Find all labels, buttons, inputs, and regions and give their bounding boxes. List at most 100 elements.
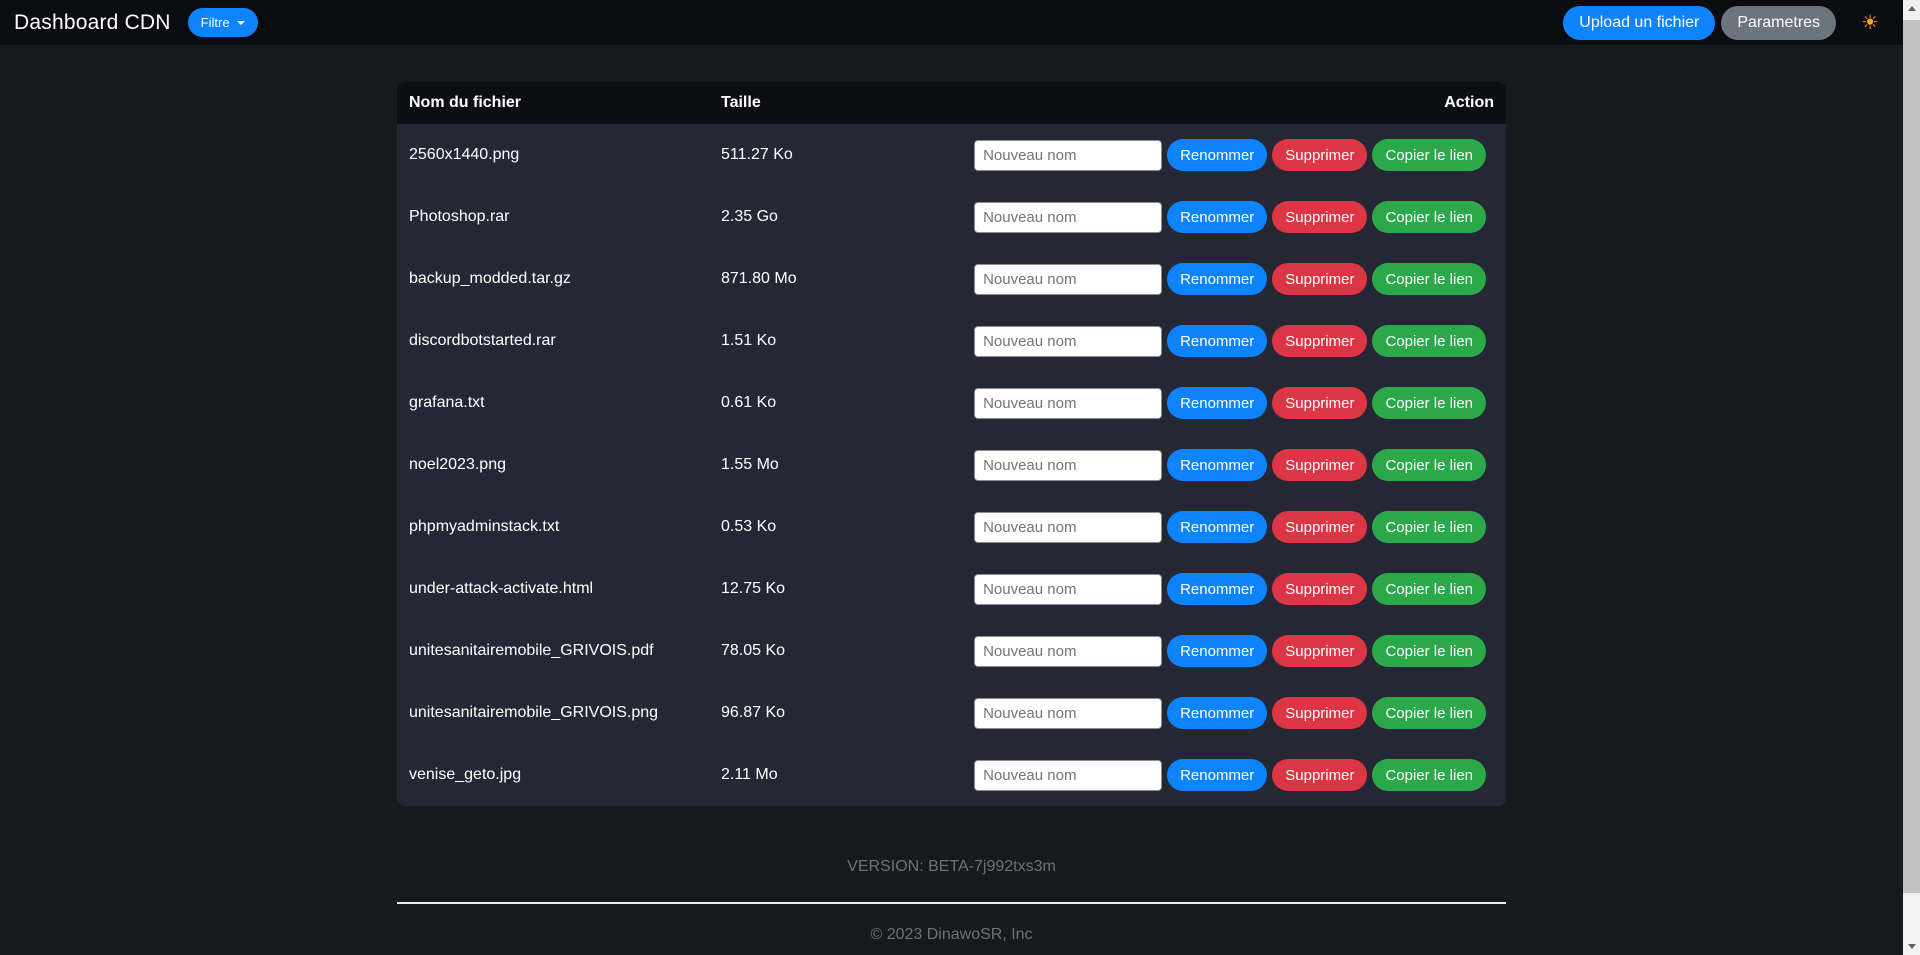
rename-button[interactable]: Renommer bbox=[1167, 201, 1267, 233]
delete-button[interactable]: Supprimer bbox=[1272, 449, 1367, 481]
new-name-input[interactable] bbox=[974, 512, 1162, 543]
file-name: unitesanitairemobile_GRIVOIS.pdf bbox=[397, 642, 721, 660]
copy-link-button[interactable]: Copier le lien bbox=[1372, 697, 1486, 729]
copy-link-button[interactable]: Copier le lien bbox=[1372, 573, 1486, 605]
table-row: venise_geto.jpg 2.11 Mo Renommer Supprim… bbox=[397, 744, 1506, 806]
file-size: 1.55 Mo bbox=[721, 456, 974, 474]
file-name: phpmyadminstack.txt bbox=[397, 518, 721, 536]
copy-link-button[interactable]: Copier le lien bbox=[1372, 635, 1486, 667]
copy-link-button[interactable]: Copier le lien bbox=[1372, 263, 1486, 295]
new-name-input[interactable] bbox=[974, 202, 1162, 233]
rename-button[interactable]: Renommer bbox=[1167, 697, 1267, 729]
column-header-name: Nom du fichier bbox=[397, 94, 721, 112]
version-label: VERSION: BETA-7j992txs3m bbox=[0, 858, 1903, 876]
upload-file-button[interactable]: Upload un fichier bbox=[1563, 6, 1715, 40]
new-name-input[interactable] bbox=[974, 574, 1162, 605]
table-row: phpmyadminstack.txt 0.53 Ko Renommer Sup… bbox=[397, 496, 1506, 558]
file-size: 0.53 Ko bbox=[721, 518, 974, 536]
delete-button[interactable]: Supprimer bbox=[1272, 697, 1367, 729]
file-name: discordbotstarted.rar bbox=[397, 332, 721, 350]
copy-link-button[interactable]: Copier le lien bbox=[1372, 449, 1486, 481]
app-title: Dashboard CDN bbox=[14, 11, 171, 35]
rename-button[interactable]: Renommer bbox=[1167, 387, 1267, 419]
new-name-input[interactable] bbox=[974, 326, 1162, 357]
table-row: grafana.txt 0.61 Ko Renommer Supprimer C… bbox=[397, 372, 1506, 434]
arrow-up-icon bbox=[1908, 6, 1916, 11]
filter-dropdown-label: Filtre bbox=[201, 15, 230, 30]
sun-icon[interactable]: ☀ bbox=[1861, 13, 1879, 33]
copy-link-button[interactable]: Copier le lien bbox=[1372, 511, 1486, 543]
rename-button[interactable]: Renommer bbox=[1167, 759, 1267, 791]
row-actions: Renommer Supprimer Copier le lien bbox=[974, 511, 1506, 543]
navbar: Dashboard CDN Filtre Upload un fichier P… bbox=[0, 0, 1903, 45]
rename-button[interactable]: Renommer bbox=[1167, 573, 1267, 605]
row-actions: Renommer Supprimer Copier le lien bbox=[974, 387, 1506, 419]
new-name-input[interactable] bbox=[974, 264, 1162, 295]
settings-button[interactable]: Parametres bbox=[1721, 6, 1836, 40]
filter-dropdown-button[interactable]: Filtre bbox=[188, 8, 258, 37]
delete-button[interactable]: Supprimer bbox=[1272, 511, 1367, 543]
copy-link-button[interactable]: Copier le lien bbox=[1372, 201, 1486, 233]
delete-button[interactable]: Supprimer bbox=[1272, 325, 1367, 357]
rename-button[interactable]: Renommer bbox=[1167, 139, 1267, 171]
rename-button[interactable]: Renommer bbox=[1167, 325, 1267, 357]
copy-link-button[interactable]: Copier le lien bbox=[1372, 325, 1486, 357]
new-name-input[interactable] bbox=[974, 388, 1162, 419]
file-size: 12.75 Ko bbox=[721, 580, 974, 598]
table-row: noel2023.png 1.55 Mo Renommer Supprimer … bbox=[397, 434, 1506, 496]
delete-button[interactable]: Supprimer bbox=[1272, 139, 1367, 171]
footer-divider bbox=[397, 902, 1506, 904]
file-size: 78.05 Ko bbox=[721, 642, 974, 660]
rename-button[interactable]: Renommer bbox=[1167, 263, 1267, 295]
files-table: Nom du fichier Taille Action 2560x1440.p… bbox=[397, 82, 1506, 806]
new-name-input[interactable] bbox=[974, 760, 1162, 791]
rename-button[interactable]: Renommer bbox=[1167, 511, 1267, 543]
delete-button[interactable]: Supprimer bbox=[1272, 573, 1367, 605]
file-name: Photoshop.rar bbox=[397, 208, 721, 226]
rename-button[interactable]: Renommer bbox=[1167, 449, 1267, 481]
scrollbar-thumb[interactable] bbox=[1903, 20, 1920, 893]
rename-button[interactable]: Renommer bbox=[1167, 635, 1267, 667]
row-actions: Renommer Supprimer Copier le lien bbox=[974, 697, 1506, 729]
delete-button[interactable]: Supprimer bbox=[1272, 635, 1367, 667]
row-actions: Renommer Supprimer Copier le lien bbox=[974, 449, 1506, 481]
copy-link-button[interactable]: Copier le lien bbox=[1372, 139, 1486, 171]
scroll-up-button[interactable] bbox=[1903, 0, 1920, 17]
new-name-input[interactable] bbox=[974, 698, 1162, 729]
file-size: 871.80 Mo bbox=[721, 270, 974, 288]
page: Dashboard CDN Filtre Upload un fichier P… bbox=[0, 0, 1903, 955]
caret-down-icon bbox=[237, 21, 245, 25]
scroll-down-button[interactable] bbox=[1903, 938, 1920, 955]
arrow-down-icon bbox=[1908, 944, 1916, 949]
new-name-input[interactable] bbox=[974, 636, 1162, 667]
delete-button[interactable]: Supprimer bbox=[1272, 387, 1367, 419]
file-size: 1.51 Ko bbox=[721, 332, 974, 350]
copy-link-button[interactable]: Copier le lien bbox=[1372, 387, 1486, 419]
row-actions: Renommer Supprimer Copier le lien bbox=[974, 759, 1506, 791]
row-actions: Renommer Supprimer Copier le lien bbox=[974, 201, 1506, 233]
row-actions: Renommer Supprimer Copier le lien bbox=[974, 263, 1506, 295]
table-header-row: Nom du fichier Taille Action bbox=[397, 82, 1506, 124]
row-actions: Renommer Supprimer Copier le lien bbox=[974, 635, 1506, 667]
table-row: under-attack-activate.html 12.75 Ko Reno… bbox=[397, 558, 1506, 620]
file-size: 2.35 Go bbox=[721, 208, 974, 226]
file-name: grafana.txt bbox=[397, 394, 721, 412]
copy-link-button[interactable]: Copier le lien bbox=[1372, 759, 1486, 791]
table-row: backup_modded.tar.gz 871.80 Mo Renommer … bbox=[397, 248, 1506, 310]
file-name: unitesanitairemobile_GRIVOIS.png bbox=[397, 704, 721, 722]
table-row: 2560x1440.png 511.27 Ko Renommer Supprim… bbox=[397, 124, 1506, 186]
table-row: unitesanitairemobile_GRIVOIS.png 96.87 K… bbox=[397, 682, 1506, 744]
vertical-scrollbar[interactable] bbox=[1903, 0, 1920, 955]
file-name: under-attack-activate.html bbox=[397, 580, 721, 598]
row-actions: Renommer Supprimer Copier le lien bbox=[974, 573, 1506, 605]
column-header-size: Taille bbox=[721, 94, 1444, 112]
delete-button[interactable]: Supprimer bbox=[1272, 201, 1367, 233]
new-name-input[interactable] bbox=[974, 140, 1162, 171]
file-size: 2.11 Mo bbox=[721, 766, 974, 784]
table-row: Photoshop.rar 2.35 Go Renommer Supprimer… bbox=[397, 186, 1506, 248]
delete-button[interactable]: Supprimer bbox=[1272, 759, 1367, 791]
column-header-action: Action bbox=[1444, 94, 1506, 112]
new-name-input[interactable] bbox=[974, 450, 1162, 481]
delete-button[interactable]: Supprimer bbox=[1272, 263, 1367, 295]
file-name: venise_geto.jpg bbox=[397, 766, 721, 784]
